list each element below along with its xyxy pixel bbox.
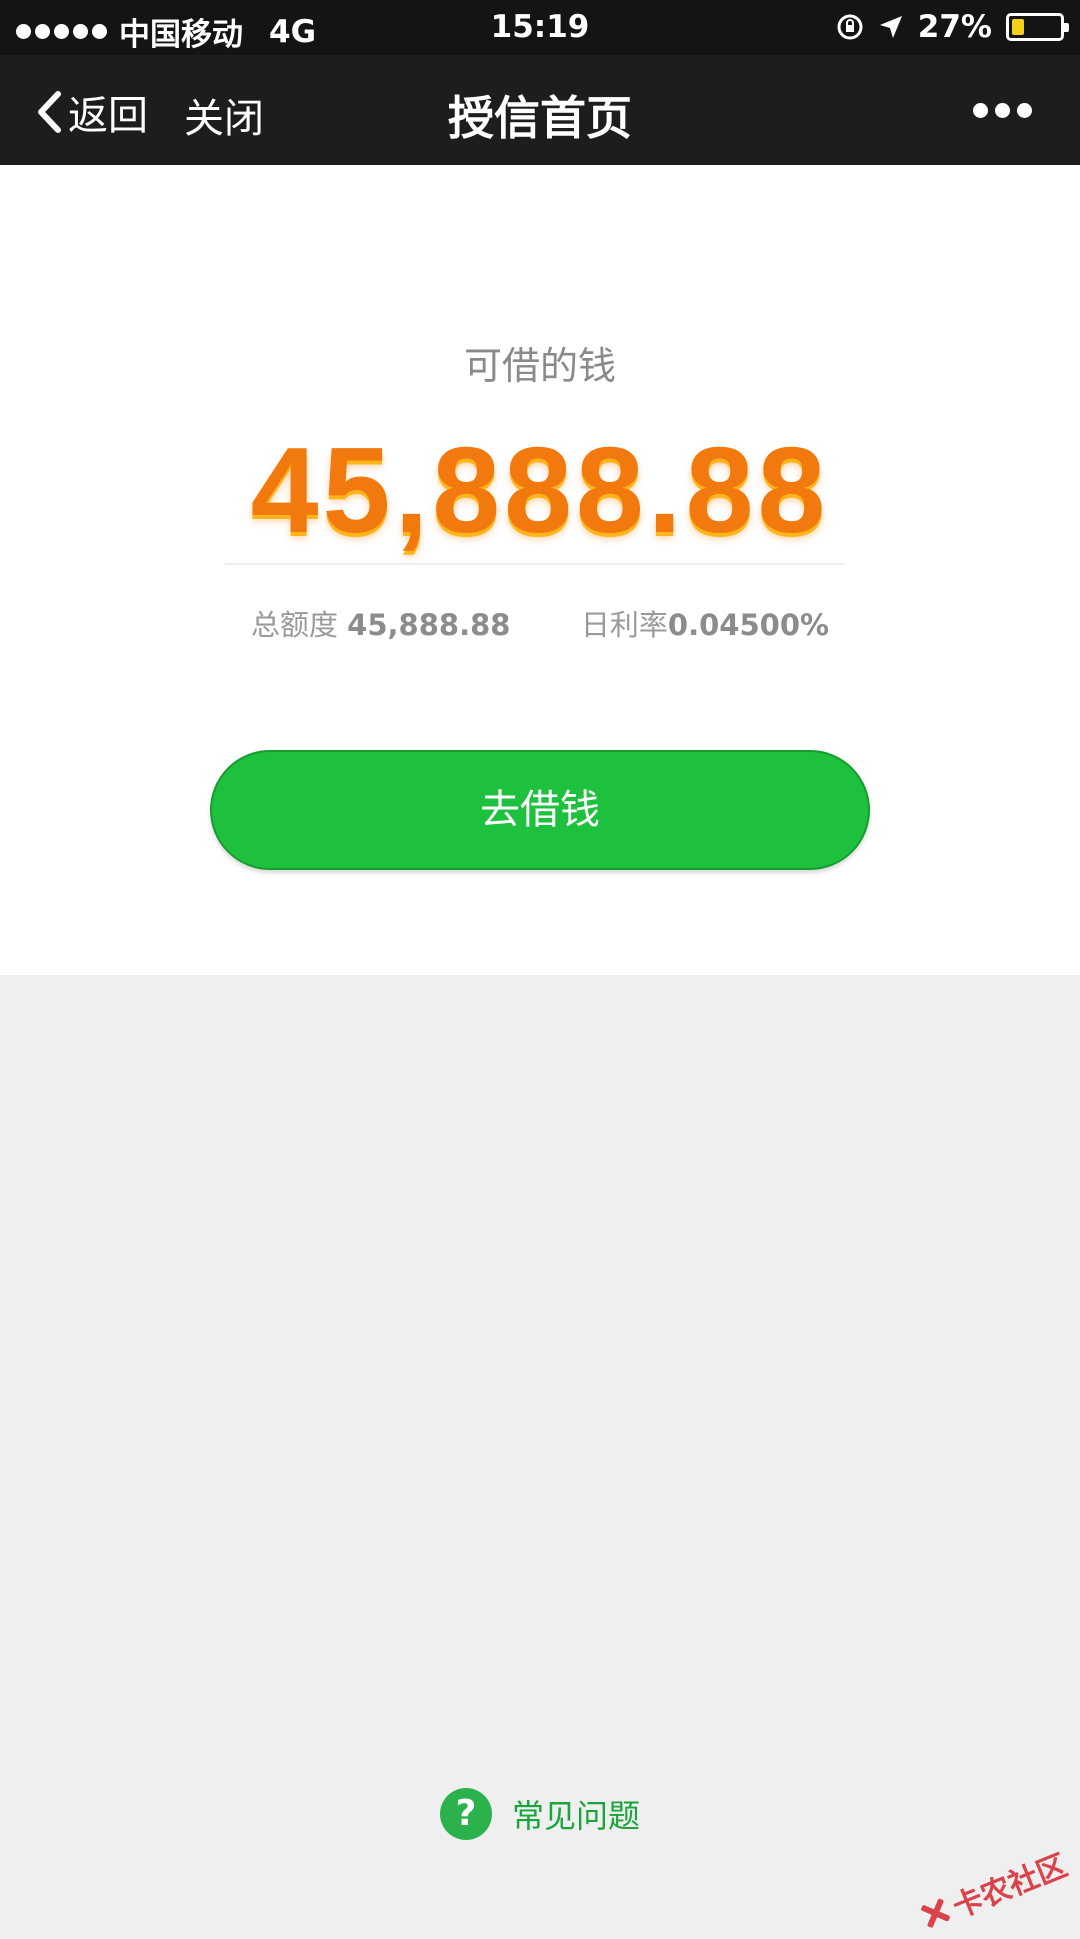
status-bar: 中国移动 4G 15:19 27% [0, 0, 1080, 55]
daily-rate-value: 0.04500% [668, 608, 829, 642]
borrow-button[interactable]: 去借钱 [210, 750, 870, 870]
navigation-bar: 返回 关闭 授信首页 [0, 55, 1080, 165]
watermark-text: 卡农社区 [945, 1841, 1073, 1927]
total-limit-label: 总额度 [251, 608, 338, 642]
battery-level-fill [1012, 19, 1024, 35]
battery-icon [1006, 13, 1064, 41]
watermark-mark-icon [916, 1894, 955, 1933]
daily-rate-label: 日利率 [581, 608, 668, 642]
available-label: 可借的钱 [0, 335, 1080, 390]
battery-percent: 27% [918, 9, 992, 45]
page-title: 授信首页 [0, 82, 1080, 148]
credit-card-panel: 可借的钱 45,888.88 总额度 45,888.88 日利率0.04500%… [0, 165, 1080, 975]
available-amount: 45,888.88 [0, 420, 1080, 560]
credit-meta: 总额度 45,888.88 日利率0.04500% [0, 602, 1080, 644]
divider [225, 563, 845, 565]
faq-label: 常见问题 [512, 1791, 640, 1837]
total-limit-value: 45,888.88 [347, 608, 510, 642]
more-menu-icon[interactable] [973, 103, 1032, 118]
faq-link[interactable]: ? 常见问题 [0, 1788, 1080, 1840]
watermark-logo: 卡农社区 [913, 1841, 1072, 1939]
orientation-lock-icon [836, 13, 864, 41]
question-icon: ? [440, 1788, 492, 1840]
status-bar-right: 27% [836, 9, 1064, 45]
location-arrow-icon [878, 14, 904, 40]
